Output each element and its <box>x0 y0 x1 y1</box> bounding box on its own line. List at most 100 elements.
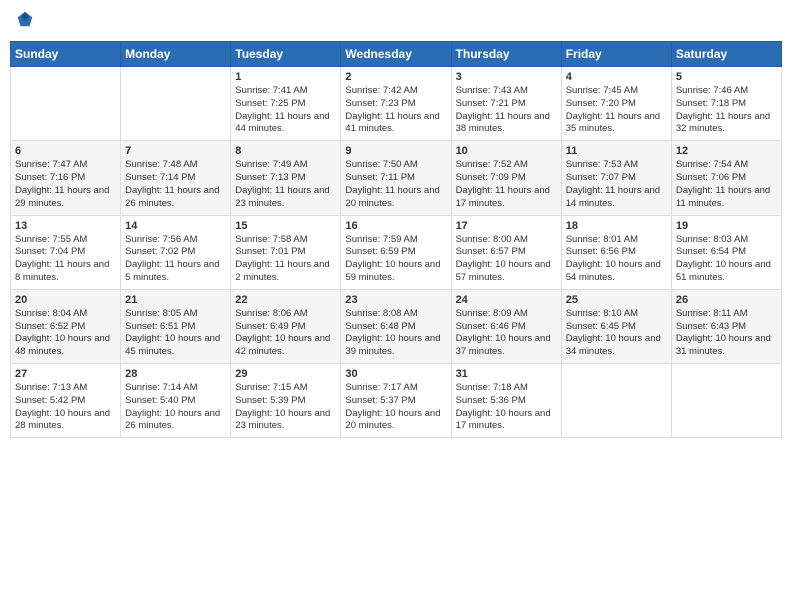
day-info: Sunrise: 7:59 AM Sunset: 6:59 PM Dayligh… <box>345 234 446 285</box>
calendar-day-cell: 26 Sunrise: 8:11 AM Sunset: 6:43 PM Dayli… <box>671 289 781 363</box>
calendar-day-cell: 18Sunrise: 8:01 AM Sunset: 6:56 PM Dayli… <box>561 215 671 289</box>
day-number: 25 <box>566 294 667 306</box>
calendar-week-row: 1 Sunrise: 7:41 AM Sunset: 7:25 PM Daylig… <box>11 67 782 141</box>
day-number: 5 <box>676 71 777 83</box>
calendar-day-cell: 20 Sunrise: 8:04 AM Sunset: 6:52 PM Dayli… <box>11 289 121 363</box>
day-number: 27 <box>15 368 116 380</box>
calendar-table: SundayMondayTuesdayWednesdayThursdayFrid… <box>10 41 782 438</box>
day-info: Sunrise: 7:14 AM Sunset: 5:40 PM Dayligh… <box>125 382 226 433</box>
day-info: Sunrise: 7:47 AM Sunset: 7:16 PM Dayligh… <box>15 159 116 210</box>
logo <box>14 10 36 33</box>
day-info: Sunrise: 7:56 AM Sunset: 7:02 PM Dayligh… <box>125 234 226 285</box>
day-number: 21 <box>125 294 226 306</box>
day-info: Sunrise: 7:18 AM Sunset: 5:36 PM Dayligh… <box>456 382 557 433</box>
day-number: 4 <box>566 71 667 83</box>
calendar-day-cell: 28 Sunrise: 7:14 AM Sunset: 5:40 PM Dayli… <box>121 364 231 438</box>
calendar-day-cell: 22Sunrise: 8:06 AM Sunset: 6:49 PM Dayli… <box>231 289 341 363</box>
calendar-day-cell: 6 Sunrise: 7:47 AM Sunset: 7:16 PM Daylig… <box>11 141 121 215</box>
day-number: 20 <box>15 294 116 306</box>
logo-icon <box>16 10 34 28</box>
day-number: 28 <box>125 368 226 380</box>
page-header <box>10 10 782 33</box>
calendar-day-cell: 14Sunrise: 7:56 AM Sunset: 7:02 PM Dayli… <box>121 215 231 289</box>
calendar-day-cell <box>671 364 781 438</box>
day-info: Sunrise: 7:52 AM Sunset: 7:09 PM Dayligh… <box>456 159 557 210</box>
calendar-day-cell: 3Sunrise: 7:43 AM Sunset: 7:21 PM Daylig… <box>451 67 561 141</box>
calendar-day-cell: 30Sunrise: 7:17 AM Sunset: 5:37 PM Dayli… <box>341 364 451 438</box>
day-number: 30 <box>345 368 446 380</box>
day-of-week-header: Monday <box>121 42 231 67</box>
calendar-week-row: 20 Sunrise: 8:04 AM Sunset: 6:52 PM Dayli… <box>11 289 782 363</box>
day-info: Sunrise: 7:13 AM Sunset: 5:42 PM Dayligh… <box>15 382 116 433</box>
day-number: 8 <box>235 145 336 157</box>
day-info: Sunrise: 7:54 AM Sunset: 7:06 PM Dayligh… <box>676 159 777 210</box>
day-info: Sunrise: 7:55 AM Sunset: 7:04 PM Dayligh… <box>15 234 116 285</box>
calendar-day-cell: 10 Sunrise: 7:52 AM Sunset: 7:09 PM Dayli… <box>451 141 561 215</box>
day-info: Sunrise: 8:11 AM Sunset: 6:43 PM Dayligh… <box>676 308 777 359</box>
day-info: Sunrise: 7:41 AM Sunset: 7:25 PM Dayligh… <box>235 85 336 136</box>
day-number: 9 <box>345 145 446 157</box>
calendar-day-cell <box>561 364 671 438</box>
day-of-week-header: Thursday <box>451 42 561 67</box>
day-number: 24 <box>456 294 557 306</box>
calendar-day-cell: 13 Sunrise: 7:55 AM Sunset: 7:04 PM Dayli… <box>11 215 121 289</box>
calendar-day-cell: 2Sunrise: 7:42 AM Sunset: 7:23 PM Daylig… <box>341 67 451 141</box>
day-number: 22 <box>235 294 336 306</box>
day-info: Sunrise: 8:00 AM Sunset: 6:57 PM Dayligh… <box>456 234 557 285</box>
day-number: 15 <box>235 220 336 232</box>
calendar-week-row: 27 Sunrise: 7:13 AM Sunset: 5:42 PM Dayli… <box>11 364 782 438</box>
calendar-day-cell: 17Sunrise: 8:00 AM Sunset: 6:57 PM Dayli… <box>451 215 561 289</box>
calendar-header-row: SundayMondayTuesdayWednesdayThursdayFrid… <box>11 42 782 67</box>
calendar-day-cell: 27 Sunrise: 7:13 AM Sunset: 5:42 PM Dayli… <box>11 364 121 438</box>
calendar-day-cell: 11 Sunrise: 7:53 AM Sunset: 7:07 PM Dayli… <box>561 141 671 215</box>
day-of-week-header: Tuesday <box>231 42 341 67</box>
day-info: Sunrise: 7:46 AM Sunset: 7:18 PM Dayligh… <box>676 85 777 136</box>
day-of-week-header: Friday <box>561 42 671 67</box>
calendar-day-cell: 9 Sunrise: 7:50 AM Sunset: 7:11 PM Daylig… <box>341 141 451 215</box>
day-info: Sunrise: 7:45 AM Sunset: 7:20 PM Dayligh… <box>566 85 667 136</box>
day-info: Sunrise: 7:49 AM Sunset: 7:13 PM Dayligh… <box>235 159 336 210</box>
calendar-day-cell: 29 Sunrise: 7:15 AM Sunset: 5:39 PM Dayli… <box>231 364 341 438</box>
day-info: Sunrise: 7:53 AM Sunset: 7:07 PM Dayligh… <box>566 159 667 210</box>
day-number: 13 <box>15 220 116 232</box>
day-number: 6 <box>15 145 116 157</box>
calendar-day-cell: 16 Sunrise: 7:59 AM Sunset: 6:59 PM Dayli… <box>341 215 451 289</box>
calendar-day-cell: 31Sunrise: 7:18 AM Sunset: 5:36 PM Dayli… <box>451 364 561 438</box>
calendar-day-cell <box>121 67 231 141</box>
day-number: 23 <box>345 294 446 306</box>
day-number: 26 <box>676 294 777 306</box>
calendar-day-cell <box>11 67 121 141</box>
day-number: 7 <box>125 145 226 157</box>
day-info: Sunrise: 7:58 AM Sunset: 7:01 PM Dayligh… <box>235 234 336 285</box>
day-info: Sunrise: 7:15 AM Sunset: 5:39 PM Dayligh… <box>235 382 336 433</box>
calendar-day-cell: 5 Sunrise: 7:46 AM Sunset: 7:18 PM Daylig… <box>671 67 781 141</box>
calendar-week-row: 13 Sunrise: 7:55 AM Sunset: 7:04 PM Dayli… <box>11 215 782 289</box>
calendar-day-cell: 24Sunrise: 8:09 AM Sunset: 6:46 PM Dayli… <box>451 289 561 363</box>
day-of-week-header: Sunday <box>11 42 121 67</box>
day-number: 1 <box>235 71 336 83</box>
day-number: 10 <box>456 145 557 157</box>
calendar-day-cell: 21Sunrise: 8:05 AM Sunset: 6:51 PM Dayli… <box>121 289 231 363</box>
calendar-day-cell: 7 Sunrise: 7:48 AM Sunset: 7:14 PM Daylig… <box>121 141 231 215</box>
calendar-day-cell: 15 Sunrise: 7:58 AM Sunset: 7:01 PM Dayli… <box>231 215 341 289</box>
day-number: 12 <box>676 145 777 157</box>
day-info: Sunrise: 8:08 AM Sunset: 6:48 PM Dayligh… <box>345 308 446 359</box>
calendar-week-row: 6 Sunrise: 7:47 AM Sunset: 7:16 PM Daylig… <box>11 141 782 215</box>
day-info: Sunrise: 7:50 AM Sunset: 7:11 PM Dayligh… <box>345 159 446 210</box>
day-info: Sunrise: 7:48 AM Sunset: 7:14 PM Dayligh… <box>125 159 226 210</box>
calendar-day-cell: 25 Sunrise: 8:10 AM Sunset: 6:45 PM Dayli… <box>561 289 671 363</box>
day-number: 11 <box>566 145 667 157</box>
day-info: Sunrise: 8:01 AM Sunset: 6:56 PM Dayligh… <box>566 234 667 285</box>
day-number: 16 <box>345 220 446 232</box>
calendar-day-cell: 19Sunrise: 8:03 AM Sunset: 6:54 PM Dayli… <box>671 215 781 289</box>
calendar-day-cell: 8 Sunrise: 7:49 AM Sunset: 7:13 PM Daylig… <box>231 141 341 215</box>
calendar-day-cell: 4 Sunrise: 7:45 AM Sunset: 7:20 PM Daylig… <box>561 67 671 141</box>
calendar-day-cell: 23 Sunrise: 8:08 AM Sunset: 6:48 PM Dayli… <box>341 289 451 363</box>
calendar-day-cell: 1 Sunrise: 7:41 AM Sunset: 7:25 PM Daylig… <box>231 67 341 141</box>
day-number: 29 <box>235 368 336 380</box>
day-info: Sunrise: 8:04 AM Sunset: 6:52 PM Dayligh… <box>15 308 116 359</box>
day-info: Sunrise: 8:10 AM Sunset: 6:45 PM Dayligh… <box>566 308 667 359</box>
day-number: 19 <box>676 220 777 232</box>
day-of-week-header: Saturday <box>671 42 781 67</box>
day-info: Sunrise: 7:42 AM Sunset: 7:23 PM Dayligh… <box>345 85 446 136</box>
